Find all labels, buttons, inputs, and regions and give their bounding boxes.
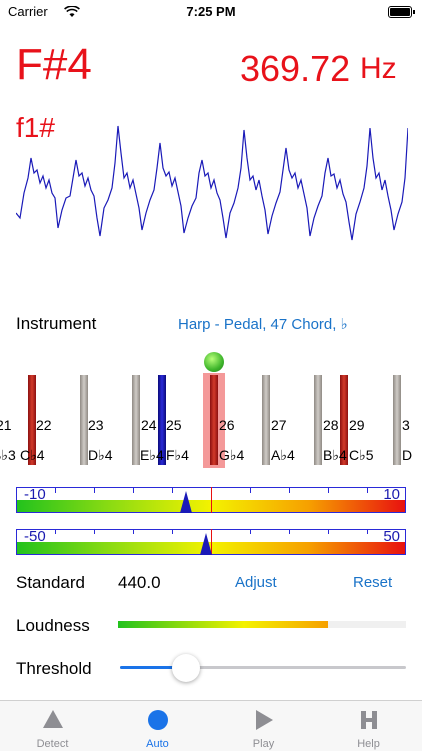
frequency-unit: Hz (360, 52, 397, 85)
meter-tick (289, 529, 290, 534)
string-number: 23 (88, 417, 104, 433)
string-number: 21 (0, 417, 12, 433)
tab-bar: Detect Auto Play Help (0, 700, 422, 751)
string-rod (210, 375, 218, 465)
tab-label: Detect (36, 738, 69, 750)
help-h-icon (360, 711, 377, 729)
meter-max-label: 50 (383, 528, 400, 545)
string-number: 25 (166, 417, 182, 433)
threshold-slider-thumb[interactable] (172, 654, 200, 682)
loudness-label: Loudness (16, 616, 90, 635)
meter-tick (16, 487, 17, 513)
string-rod (314, 375, 322, 465)
tab-label: Help (357, 738, 380, 750)
waveform-line (16, 125, 408, 241)
meter-tick (405, 487, 406, 513)
loudness-level-bar (118, 621, 328, 628)
meter-tick (55, 529, 56, 534)
meter-tick (55, 487, 56, 493)
string-number: 24 (141, 417, 157, 433)
meter-tick (16, 529, 17, 555)
detected-note: F#4 (16, 40, 92, 89)
active-string-marker (204, 352, 224, 372)
string-note: C♭5 (349, 447, 374, 463)
string-note: E♭4 (140, 447, 164, 463)
triangle-icon (42, 710, 63, 728)
threshold-label: Threshold (16, 659, 92, 678)
frequency-value: 369.72 (240, 48, 351, 89)
coarse-meter-pointer (200, 533, 212, 555)
string-note: F♭4 (166, 447, 189, 463)
adjust-button[interactable]: Adjust (235, 574, 277, 591)
standard-label: Standard (16, 573, 85, 592)
meter-tick (328, 529, 329, 534)
tab-detect[interactable]: Detect (0, 701, 105, 751)
meter-tick (367, 529, 368, 534)
string-rod (262, 375, 270, 465)
meter-tick (367, 487, 368, 493)
string-rod (132, 375, 140, 465)
string-note: D (402, 447, 413, 463)
string-number: 27 (271, 417, 287, 433)
tab-auto[interactable]: Auto (105, 701, 210, 751)
play-icon (255, 710, 273, 730)
string-number: 22 (36, 417, 52, 433)
meter-tick (250, 487, 251, 493)
meter-tick (94, 487, 95, 493)
clock: 7:25 PM (186, 4, 236, 19)
string-note: C♭4 (20, 447, 45, 463)
meter-center-line (211, 487, 212, 513)
string-note: B♭3 (0, 447, 16, 463)
meter-tick (405, 529, 406, 555)
tab-label: Auto (146, 738, 169, 750)
harp-strings: 21 22 23 24 25 26 27 28 29 3 B♭3 C♭4 D♭4… (0, 352, 422, 470)
meter-tick (172, 487, 173, 493)
standard-value: 440.0 (118, 573, 161, 592)
string-note: B♭4 (323, 447, 347, 463)
string-number: 3 (402, 417, 410, 433)
instrument-selector[interactable]: Harp - Pedal, 47 Chord, ♭ (178, 315, 348, 333)
meter-tick (172, 529, 173, 534)
meter-tick (133, 529, 134, 534)
meter-tick (289, 487, 290, 493)
meter-tick (94, 529, 95, 534)
coarse-cents-meter: -50 50 (16, 528, 406, 555)
string-number: 28 (323, 417, 339, 433)
tab-help[interactable]: Help (316, 701, 421, 751)
string-number: 26 (219, 417, 235, 433)
string-note: A♭4 (271, 447, 295, 463)
reset-button[interactable]: Reset (353, 574, 392, 591)
meter-min-label: -10 (24, 486, 46, 503)
meter-tick (133, 487, 134, 493)
string-rod (80, 375, 88, 465)
status-bar: Carrier 7:25 PM (0, 0, 422, 22)
tab-play[interactable]: Play (211, 701, 316, 751)
waveform (16, 125, 408, 241)
string-rod (393, 375, 401, 465)
circle-icon (147, 710, 168, 730)
instrument-label: Instrument (16, 314, 97, 333)
fine-cents-meter: -10 10 (16, 486, 406, 513)
string-note: G♭4 (219, 447, 245, 463)
string-number: 29 (349, 417, 365, 433)
meter-tick (328, 487, 329, 493)
meter-min-label: -50 (24, 528, 46, 545)
string-note: D♭4 (88, 447, 113, 463)
meter-max-label: 10 (383, 486, 400, 503)
battery-icon (388, 6, 415, 18)
meter-tick (250, 529, 251, 534)
fine-meter-pointer (180, 491, 192, 513)
tab-label: Play (252, 738, 275, 750)
